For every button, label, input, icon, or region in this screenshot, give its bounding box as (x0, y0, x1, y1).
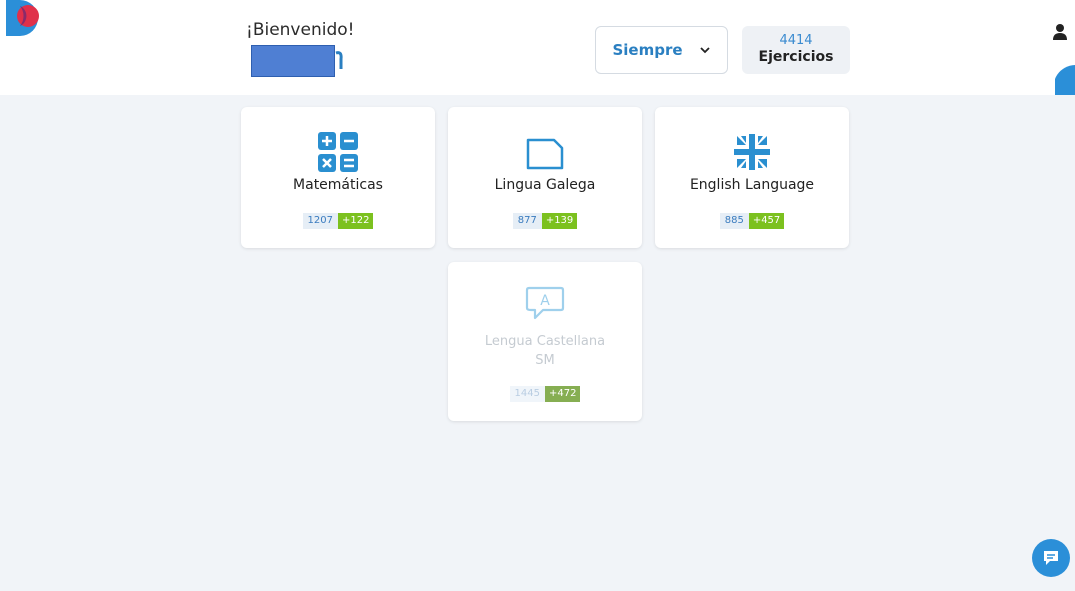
user-icon[interactable] (1052, 23, 1068, 41)
new-exercises-badge: +122 (337, 213, 374, 229)
speech-bubble-a-icon: A (525, 286, 565, 320)
page-icon (526, 138, 564, 170)
time-range-dropdown[interactable]: Siempre (595, 26, 728, 74)
exercises-count: 4414 (779, 33, 813, 48)
subject-card-lengua-castellana[interactable]: A Lengua Castellana SM 1445 +472 (448, 262, 642, 421)
chevron-down-icon (699, 47, 710, 54)
subject-card-matematicas[interactable]: Matemáticas 1207 +122 (241, 107, 435, 248)
exercise-count-badge: 1207 (302, 213, 338, 229)
exercises-label: Ejercicios (758, 49, 834, 65)
exercises-counter: 4414 Ejercicios (742, 26, 850, 74)
chat-icon (1044, 551, 1058, 565)
top-bar: ¡Bienvenido! Siempre 4414 Ejercicios (0, 0, 1075, 95)
subject-name: Lingua Galega (494, 177, 596, 193)
time-range-value: Siempre (612, 41, 683, 59)
username-tail (335, 51, 343, 69)
subject-name: Lengua Castellana SM (484, 334, 606, 368)
calculator-icon (318, 132, 358, 172)
new-exercises-badge: +139 (541, 213, 578, 229)
welcome-heading: ¡Bienvenido! (246, 20, 355, 40)
subject-badges: 1445 +472 (448, 386, 642, 402)
exercise-count-badge: 885 (719, 213, 749, 229)
new-exercises-badge: +457 (748, 213, 785, 229)
subject-badges: 1207 +122 (241, 213, 435, 229)
subject-card-english-language[interactable]: English Language 885 +457 (655, 107, 849, 248)
new-exercises-badge: +472 (544, 386, 581, 402)
redacted-username (251, 45, 335, 77)
chat-button[interactable] (1032, 539, 1070, 577)
corner-decoration (1055, 65, 1075, 95)
app-logo[interactable] (6, 0, 42, 52)
subject-card-lingua-galega[interactable]: Lingua Galega 877 +139 (448, 107, 642, 248)
uk-flag-icon (734, 134, 770, 170)
subject-name: English Language (689, 177, 815, 193)
subject-badges: 877 +139 (448, 213, 642, 229)
exercise-count-badge: 1445 (509, 386, 545, 402)
subject-badges: 885 +457 (655, 213, 849, 229)
subject-name: Matemáticas (293, 177, 383, 193)
svg-text:A: A (540, 293, 550, 309)
exercise-count-badge: 877 (512, 213, 542, 229)
